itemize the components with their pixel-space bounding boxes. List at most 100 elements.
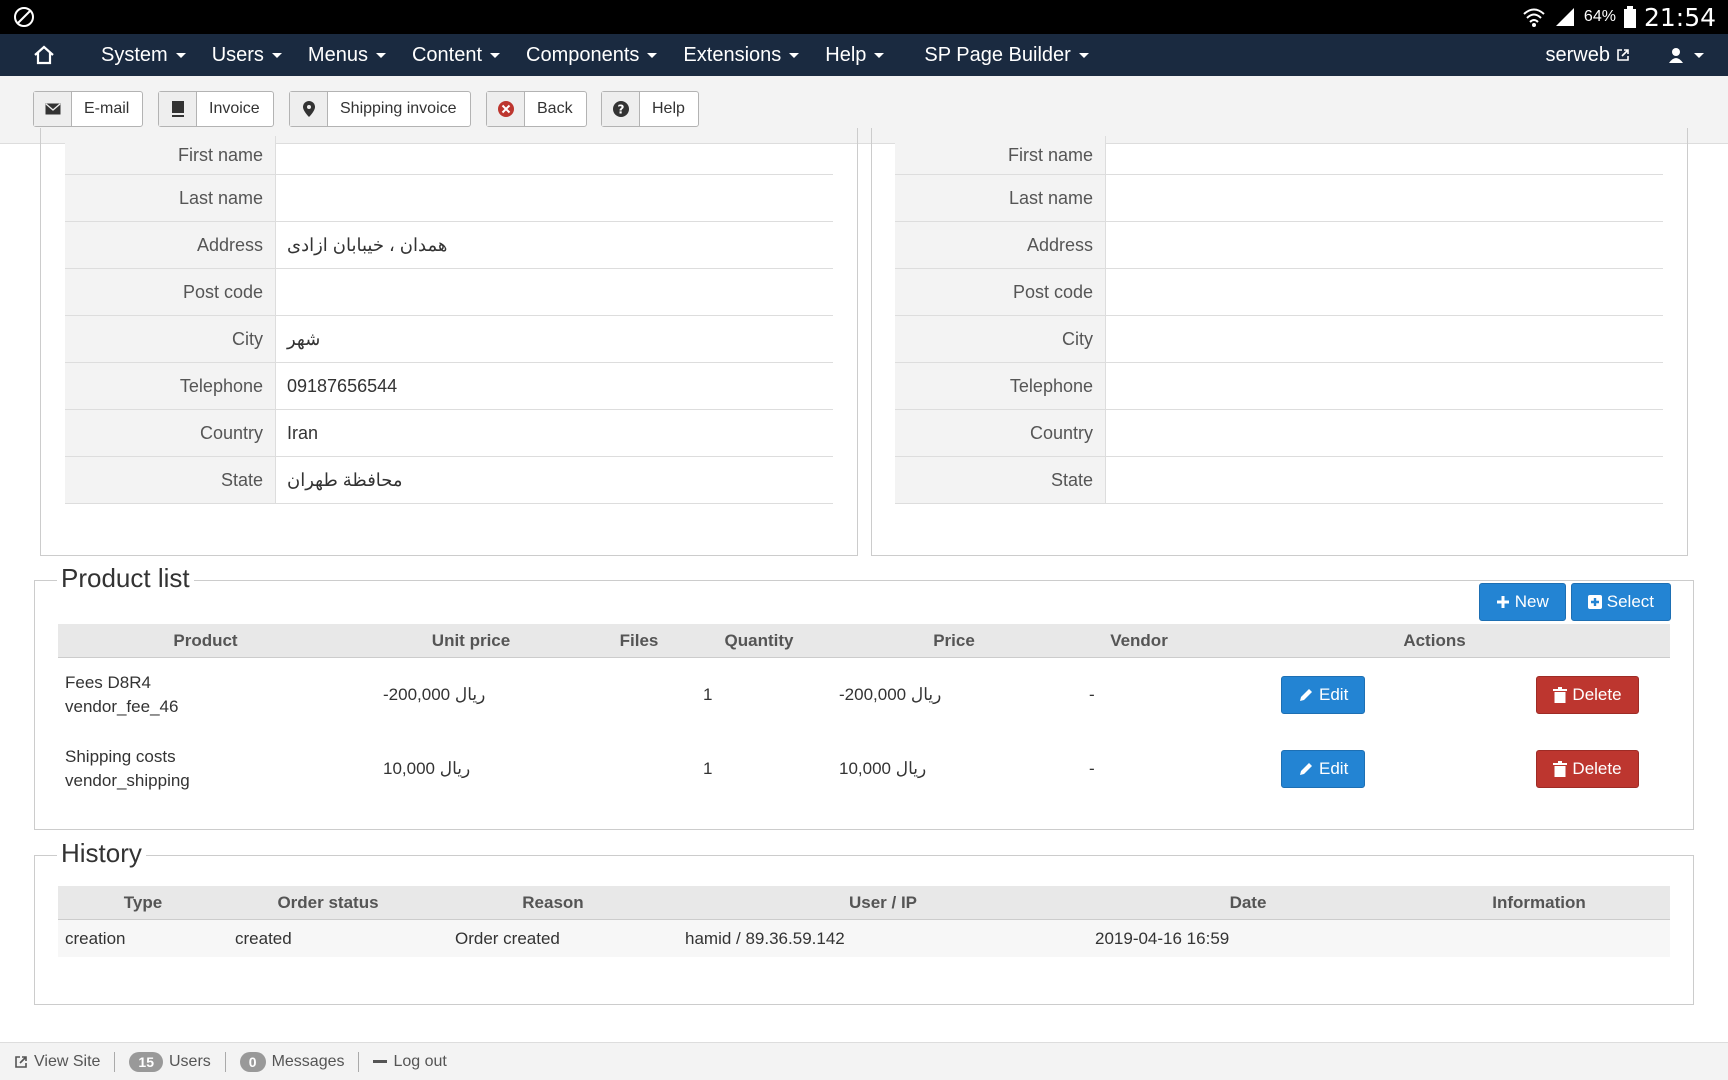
- site-link[interactable]: serweb: [1546, 44, 1668, 67]
- column-header: Order status: [277, 892, 379, 912]
- menu-components[interactable]: Components: [513, 34, 670, 76]
- menu-menus[interactable]: Menus: [295, 34, 399, 76]
- product-cell: Fees D8R4 vendor_fee_46: [58, 671, 353, 719]
- navbar-right: serweb: [1546, 34, 1728, 76]
- history-type: creation: [65, 928, 126, 948]
- unit-price: 10,000 ریال: [383, 759, 471, 778]
- messages-count-badge: 0: [239, 1051, 266, 1072]
- column-header: Unit price: [431, 630, 511, 650]
- caret-down-icon: [1078, 52, 1089, 58]
- device-status-bar: 64% 21:54: [0, 0, 1728, 34]
- column-header: Price: [933, 630, 975, 650]
- field-value: [1106, 175, 1663, 221]
- envelope-icon: [34, 92, 72, 126]
- main-menu: System Users Menus Content Components Ex…: [88, 34, 1102, 76]
- users-label: Users: [168, 1052, 211, 1070]
- product-cell: Shipping costs vendor_shipping: [58, 745, 353, 793]
- address-row: Last name: [65, 175, 833, 222]
- column-header: User / IP: [848, 892, 918, 912]
- logout-link[interactable]: Log out: [359, 1052, 460, 1072]
- user-menu[interactable]: [1668, 47, 1728, 63]
- field-value: [1106, 222, 1663, 268]
- address-row: Post code: [65, 269, 833, 316]
- messages-link[interactable]: 0 Messages: [226, 1051, 360, 1072]
- edit-button[interactable]: Edit: [1281, 676, 1366, 714]
- menu-users[interactable]: Users: [199, 34, 295, 76]
- product-list-title: Product list: [57, 563, 194, 594]
- menu-label: Menus: [307, 43, 368, 66]
- field-value: Iran: [287, 422, 319, 443]
- help-button[interactable]: ? Help: [601, 91, 699, 127]
- select-product-button[interactable]: Select: [1570, 583, 1671, 621]
- invoice-button[interactable]: Invoice: [158, 91, 274, 127]
- menu-label: Content: [411, 43, 483, 66]
- field-value: [1106, 316, 1663, 362]
- menu-extensions[interactable]: Extensions: [670, 34, 812, 76]
- users-count-badge: 15: [129, 1051, 163, 1072]
- field-value: [1106, 410, 1663, 456]
- book-icon: [159, 92, 197, 126]
- delete-button[interactable]: Delete: [1536, 750, 1639, 788]
- external-link-icon: [1617, 49, 1629, 61]
- menu-system[interactable]: System: [88, 34, 199, 76]
- product-sku: vendor_shipping: [65, 771, 190, 790]
- address-row: First name: [895, 136, 1663, 175]
- field-label: Address: [895, 222, 1106, 268]
- back-button[interactable]: Back: [486, 91, 587, 127]
- field-label: Last name: [895, 175, 1106, 221]
- field-label: Post code: [65, 269, 276, 315]
- field-value: [276, 269, 833, 315]
- field-label: Last name: [65, 175, 276, 221]
- menu-sp-page-builder[interactable]: SP Page Builder: [911, 34, 1101, 76]
- history-status: created: [235, 928, 292, 948]
- address-row: Telephone 09187656544: [65, 363, 833, 410]
- product-name: Shipping costs: [65, 747, 176, 766]
- shipping-invoice-button[interactable]: Shipping invoice: [289, 91, 471, 127]
- button-label: Edit: [1319, 759, 1349, 778]
- field-label: First name: [895, 136, 1106, 174]
- field-label: City: [65, 316, 276, 362]
- column-header: Type: [123, 892, 163, 912]
- trash-icon: [1553, 687, 1568, 703]
- caret-down-icon: [789, 52, 800, 58]
- edit-cell: Edit: [1199, 676, 1366, 714]
- address-row: Telephone: [895, 363, 1663, 410]
- menu-content[interactable]: Content: [399, 34, 513, 76]
- new-product-button[interactable]: New: [1478, 583, 1566, 621]
- address-row: State محافظة طهران: [65, 457, 833, 504]
- home-button[interactable]: [0, 34, 88, 76]
- column-header: Files: [619, 630, 659, 650]
- price: 10,000 ریال: [839, 759, 927, 778]
- field-value: [1106, 363, 1663, 409]
- delete-button[interactable]: Delete: [1536, 676, 1639, 714]
- edit-button[interactable]: Edit: [1281, 750, 1366, 788]
- quantity: 1: [703, 685, 713, 704]
- product-list-section: Product list New Select Product Unit pri…: [34, 563, 1694, 830]
- pencil-icon: [1300, 689, 1312, 701]
- logout-label: Log out: [393, 1052, 447, 1070]
- history-title: History: [57, 838, 146, 869]
- history-date: 2019-04-16 16:59: [1095, 928, 1230, 948]
- column-header: Product: [173, 630, 238, 650]
- status-footer: View Site 15 Users 0 Messages Log out: [0, 1042, 1728, 1080]
- button-label: Delete: [1572, 685, 1622, 704]
- product-sku: vendor_fee_46: [65, 697, 179, 716]
- field-label: Address: [65, 222, 276, 268]
- button-label: Invoice: [209, 100, 260, 117]
- history-table: Type Order status Reason User / IP Date …: [58, 886, 1670, 957]
- row-actions: Edit Delete: [1199, 676, 1670, 714]
- view-site-link[interactable]: View Site: [0, 1051, 116, 1072]
- product-table: Product Unit price Files Quantity Price …: [58, 624, 1670, 806]
- address-row: Address: [895, 222, 1663, 269]
- email-button[interactable]: E-mail: [33, 91, 144, 127]
- menu-help[interactable]: Help: [812, 34, 897, 76]
- svg-text:?: ?: [617, 103, 624, 117]
- field-value: 09187656544: [287, 375, 398, 396]
- field-value: [1106, 269, 1663, 315]
- address-row: Country Iran: [65, 410, 833, 457]
- users-link[interactable]: 15 Users: [115, 1051, 226, 1072]
- address-row: State: [895, 457, 1663, 504]
- product-table-header: Product Unit price Files Quantity Price …: [58, 624, 1670, 658]
- button-label: Shipping invoice: [340, 100, 457, 117]
- caret-down-icon: [647, 52, 658, 58]
